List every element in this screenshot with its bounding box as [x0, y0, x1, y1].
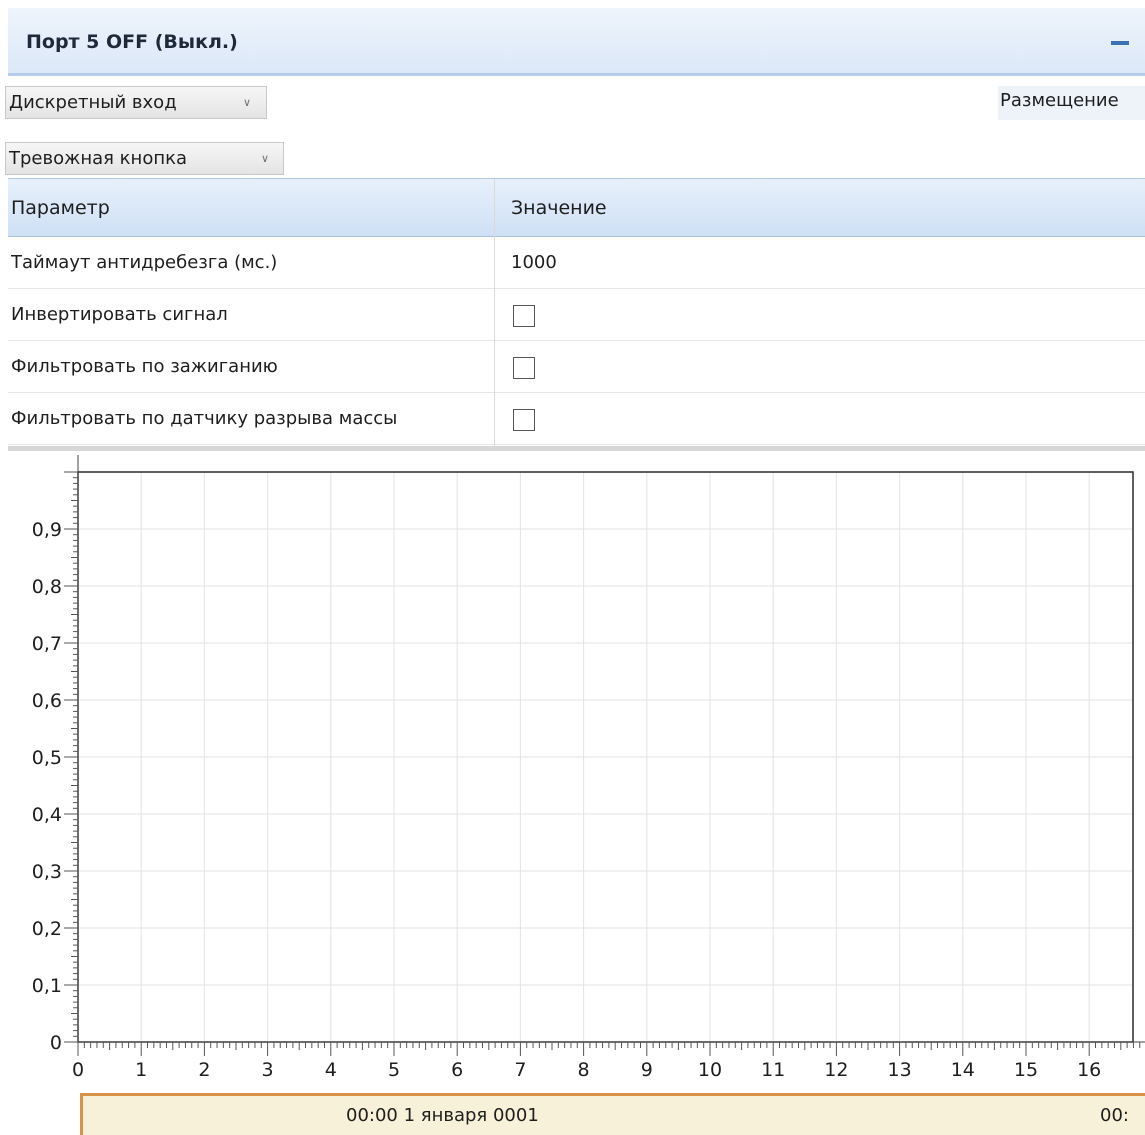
- table-row[interactable]: Таймаут антидребезга (мс.) 1000: [8, 237, 1145, 289]
- function-value: Тревожная кнопка: [9, 148, 188, 169]
- window-title: Порт 5 OFF (Выкл.): [26, 31, 238, 53]
- invert-signal-checkbox[interactable]: [513, 305, 535, 327]
- table-header: Параметр Значение: [8, 179, 1145, 237]
- x-tick-label: 9: [641, 1059, 653, 1081]
- y-tick-label: 0,8: [32, 576, 62, 598]
- param-name: Инвертировать сигнал: [11, 304, 228, 325]
- time-label-right: 00:: [1100, 1105, 1129, 1126]
- y-tick-label: 0,4: [32, 804, 62, 826]
- time-label: 00:00 1 января 0001: [346, 1105, 539, 1126]
- x-tick-label: 10: [698, 1059, 722, 1081]
- x-tick-label: 1: [135, 1059, 147, 1081]
- x-tick-label: 13: [888, 1059, 912, 1081]
- x-tick-label: 7: [514, 1059, 526, 1081]
- x-tick-label: 0: [72, 1059, 84, 1081]
- y-tick-label: 0,2: [32, 918, 62, 940]
- x-tick-label: 12: [824, 1059, 848, 1081]
- placement-label: Размещение: [998, 86, 1145, 120]
- y-tick-label: 0: [50, 1032, 62, 1054]
- chevron-down-icon: ∨: [243, 96, 252, 109]
- function-dropdown[interactable]: Тревожная кнопка ∨: [5, 142, 284, 175]
- debounce-timeout-value[interactable]: 1000: [511, 237, 557, 289]
- x-tick-label: 16: [1077, 1059, 1101, 1081]
- column-header-value[interactable]: Значение: [511, 179, 1131, 237]
- param-name: Таймаут антидребезга (мс.): [11, 252, 278, 273]
- chevron-down-icon: ∨: [261, 152, 270, 165]
- table-row[interactable]: Фильтровать по датчику разрыва массы: [8, 393, 1145, 445]
- x-tick-label: 14: [951, 1059, 975, 1081]
- x-tick-label: 8: [578, 1059, 590, 1081]
- table-row[interactable]: Фильтровать по зажиганию: [8, 341, 1145, 393]
- column-separator[interactable]: [494, 179, 495, 447]
- input-type-value: Дискретный вход: [9, 92, 177, 113]
- y-tick-label: 0,6: [32, 690, 62, 712]
- x-tick-label: 3: [262, 1059, 274, 1081]
- signal-chart: 00,10,20,30,40,50,60,70,80,90 1 2 3 4 5 6 7 8 9 10…: [32, 455, 1145, 1081]
- x-tick-label: 4: [325, 1059, 337, 1081]
- time-scrollbar[interactable]: 00:00 1 января 0001 00:: [80, 1093, 1145, 1135]
- y-tick-label: 0,3: [32, 861, 62, 883]
- x-tick-label: 11: [761, 1059, 785, 1081]
- window-titlebar: Порт 5 OFF (Выкл.): [8, 8, 1145, 76]
- ground-break-filter-checkbox[interactable]: [513, 409, 535, 431]
- x-tick-label: 6: [451, 1059, 463, 1081]
- y-tick-label: 0,1: [32, 975, 62, 997]
- column-header-parameter[interactable]: Параметр: [11, 179, 493, 237]
- table-bottom-border: [8, 446, 1145, 451]
- y-tick-label: 0,7: [32, 633, 62, 655]
- param-name: Фильтровать по датчику разрыва массы: [11, 408, 398, 429]
- table-row[interactable]: Инвертировать сигнал: [8, 289, 1145, 341]
- x-tick-label: 5: [388, 1059, 400, 1081]
- ignition-filter-checkbox[interactable]: [513, 357, 535, 379]
- x-tick-label: 15: [1014, 1059, 1038, 1081]
- minimize-icon[interactable]: [1105, 30, 1135, 54]
- param-name: Фильтровать по зажиганию: [11, 356, 278, 377]
- x-tick-label: 2: [198, 1059, 210, 1081]
- y-tick-label: 0,9: [32, 519, 62, 541]
- y-tick-label: 0,5: [32, 747, 62, 769]
- parameters-table: Параметр Значение Таймаут антидребезга (…: [8, 178, 1145, 447]
- input-type-dropdown[interactable]: Дискретный вход ∨: [5, 86, 267, 119]
